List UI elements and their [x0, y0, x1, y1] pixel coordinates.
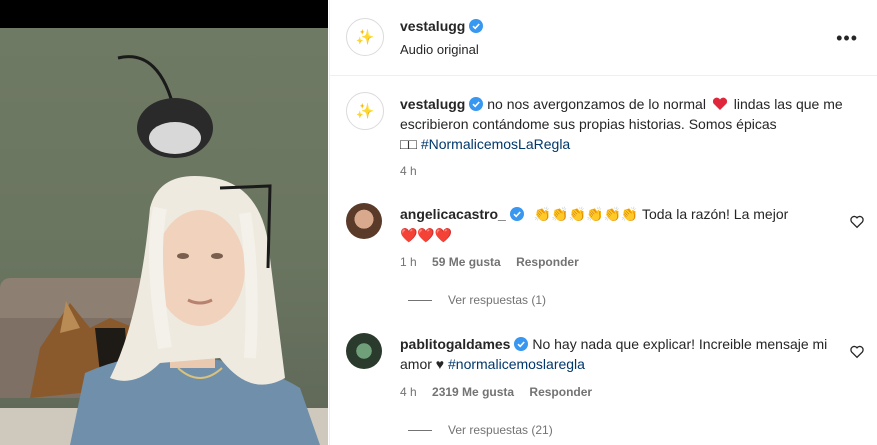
comment-likes[interactable]: 59 Me gusta [432, 255, 501, 269]
red-heart-icon [712, 97, 727, 110]
view-replies-button[interactable]: Ver respuestas (1) [408, 293, 546, 307]
view-replies-label[interactable]: Ver respuestas (1) [448, 293, 546, 307]
video-top-bar [0, 0, 328, 28]
comment-body: Toda la razón! La mejor [641, 206, 789, 222]
video-player[interactable] [0, 0, 328, 445]
caption-time[interactable]: 4 h [400, 164, 417, 178]
comment-hashtag[interactable]: #normalicemoslaregla [448, 356, 585, 372]
comment-username[interactable]: angelicacastro_ [400, 206, 506, 222]
sparkle-icon: ✨ [355, 28, 375, 46]
reply-button[interactable]: Responder [529, 385, 592, 399]
comment-text: angelicacastro_ 👏👏👏👏👏👏 Toda la razón! La… [400, 204, 840, 246]
view-replies-label[interactable]: Ver respuestas (21) [448, 423, 553, 437]
hearts-emojis: ❤️❤️❤️ [400, 228, 453, 244]
caption-username[interactable]: vestalugg [400, 96, 465, 112]
comment-meta: 1 h 59 Me gusta Responder [400, 255, 591, 269]
more-options-icon[interactable]: ••• [836, 28, 858, 49]
commenter-avatar[interactable] [346, 333, 382, 369]
video-frame[interactable] [0, 28, 328, 445]
caption-body-1: no nos avergonzamos de lo normal [487, 96, 706, 112]
comment-username[interactable]: pablitogaldames [400, 336, 510, 352]
commenter-avatar[interactable] [346, 203, 382, 239]
comment-likes[interactable]: 2319 Me gusta [432, 385, 514, 399]
sparkle-icon: ✨ [355, 102, 375, 120]
video-scene [0, 55, 328, 445]
replies-divider [408, 299, 432, 301]
caption-hashtag[interactable]: #NormalicemosLaRegla [421, 136, 570, 152]
black-heart-icon: ♥ [435, 356, 445, 372]
like-heart-icon[interactable] [850, 345, 864, 359]
caption-avatar[interactable]: ✨ [346, 92, 384, 130]
like-heart-icon[interactable] [850, 215, 864, 229]
replies-divider [408, 429, 432, 431]
comment-text: pablitogaldames No hay nada que explicar… [400, 334, 840, 374]
caption-glyphs: □□ [400, 136, 417, 152]
comment-time[interactable]: 4 h [400, 385, 417, 399]
verified-badge-icon [514, 337, 529, 351]
view-replies-button[interactable]: Ver respuestas (21) [408, 423, 553, 437]
comment-meta: 4 h 2319 Me gusta Responder [400, 385, 604, 399]
verified-badge-icon [469, 19, 484, 33]
post-panel: ✨ vestalugg Audio original ••• ✨ vestalu… [329, 0, 877, 445]
reply-button[interactable]: Responder [516, 255, 579, 269]
comment-time[interactable]: 1 h [400, 255, 417, 269]
caption-meta: 4 h [400, 164, 429, 178]
verified-badge-icon [469, 97, 484, 111]
header-username[interactable]: vestalugg [400, 18, 465, 34]
caption-text: vestalugg no nos avergonzamos de lo norm… [400, 94, 860, 154]
profile-avatar[interactable]: ✨ [346, 18, 384, 56]
audio-label[interactable]: Audio original [400, 42, 479, 57]
header-username-row: vestalugg [400, 18, 484, 36]
post-header: ✨ vestalugg Audio original ••• [330, 0, 877, 76]
clap-emojis: 👏👏👏👏👏👏 [533, 207, 639, 223]
verified-badge-icon [509, 207, 524, 221]
